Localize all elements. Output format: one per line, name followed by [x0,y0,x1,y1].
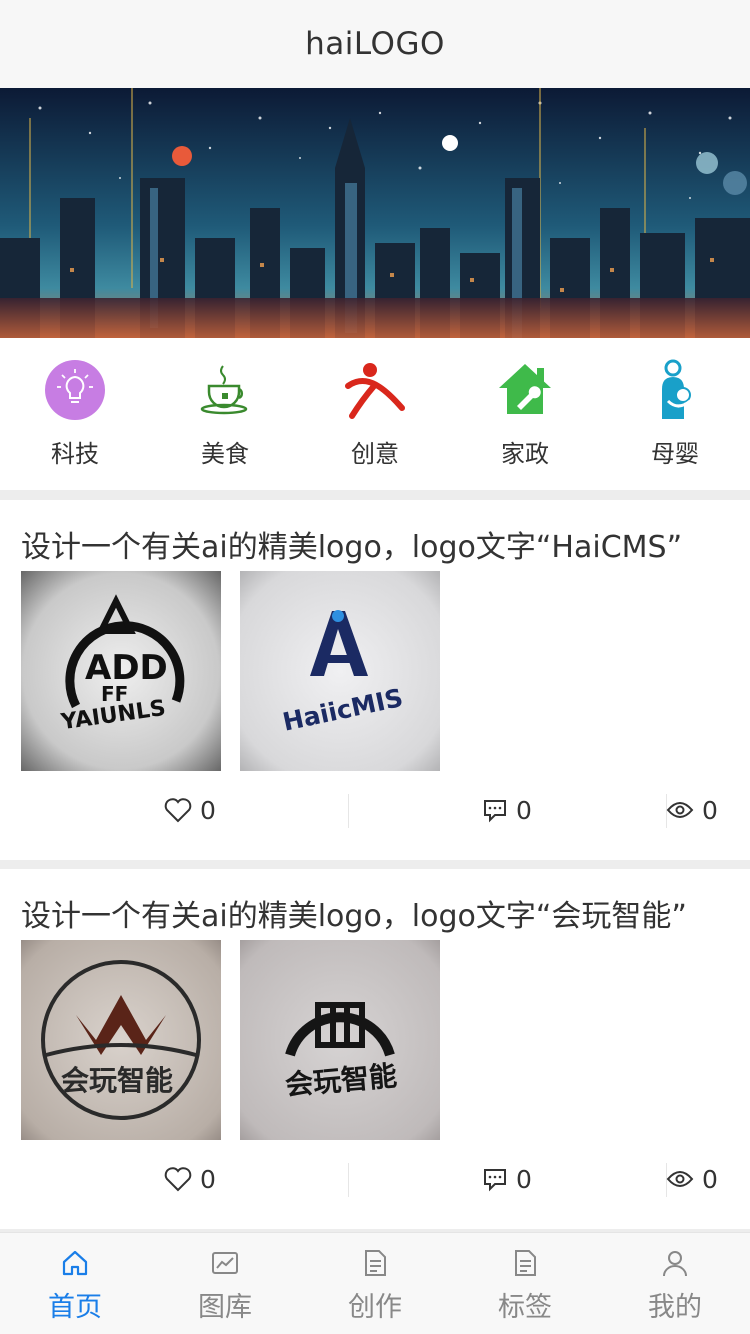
post-stats: 0 0 0 [0,790,750,830]
category-label: 科技 [51,440,99,468]
post-thumbnail[interactable]: 会玩智能 [21,940,221,1140]
document-icon [359,1247,391,1279]
tab-gallery[interactable]: 图库 [150,1233,300,1334]
eye-icon [666,800,694,820]
app-title: haiLOGO [305,26,445,62]
mother-baby-icon [643,358,707,422]
category-creative[interactable]: 创意 [300,338,450,490]
post-thumbnail[interactable]: ADD FF YAIUNLS [21,571,221,771]
comment-count: 0 [516,1164,532,1194]
divider [348,1163,349,1197]
like-count: 0 [200,795,216,825]
like-stat[interactable]: 0 [164,1159,216,1199]
comment-stat[interactable]: 0 [482,790,532,830]
house-wrench-icon [493,358,557,422]
banner-image[interactable] [0,88,750,338]
category-housekeeping[interactable]: 家政 [450,338,600,490]
category-food[interactable]: 美食 [150,338,300,490]
svg-text:会玩智能: 会玩智能 [61,1064,173,1097]
home-icon [59,1247,91,1279]
post-thumbnail[interactable]: 会玩智能 [240,940,440,1140]
view-count: 0 [702,1164,718,1194]
tab-label: 首页 [48,1292,102,1323]
comment-stat[interactable]: 0 [482,1159,532,1199]
tab-tags[interactable]: 标签 [450,1233,600,1334]
city-skyline-illustration [0,88,750,338]
teacup-icon [193,358,257,422]
post-title[interactable]: 设计一个有关ai的精美logo，logo文字“会玩智能” [21,891,687,935]
category-label: 母婴 [651,440,699,468]
tab-profile[interactable]: 我的 [600,1233,750,1334]
post-thumbnail[interactable]: HaiicMIS [240,571,440,771]
like-stat[interactable]: 0 [164,790,216,830]
tab-label: 我的 [648,1292,702,1323]
heart-icon [164,1166,192,1192]
category-label: 创意 [351,440,399,468]
category-maternity[interactable]: 母婴 [600,338,750,490]
tab-create[interactable]: 创作 [300,1233,450,1334]
tab-label: 创作 [348,1292,402,1323]
tag-document-icon [509,1247,541,1279]
person-icon [343,358,407,422]
category-nav: 科技 美食 创意 家政 母婴 [0,338,750,490]
bottom-tab-bar: 首页 图库 创作 标签 我的 [0,1232,750,1334]
comment-icon [482,1166,508,1192]
post-card[interactable]: 设计一个有关ai的精美logo，logo文字“HaiCMS” ADD FF YA… [0,500,750,860]
category-label: 美食 [201,440,249,468]
lightbulb-icon [43,358,107,422]
category-tech[interactable]: 科技 [0,338,150,490]
comment-icon [482,797,508,823]
app-header: haiLOGO [0,0,750,88]
category-label: 家政 [501,440,549,468]
eye-icon [666,1169,694,1189]
view-stat: 0 [666,1159,718,1199]
post-stats: 0 0 0 [0,1159,750,1199]
view-stat: 0 [666,790,718,830]
user-icon [659,1247,691,1279]
post-title[interactable]: 设计一个有关ai的精美logo，logo文字“HaiCMS” [21,522,682,566]
comment-count: 0 [516,795,532,825]
like-count: 0 [200,1164,216,1194]
tab-home[interactable]: 首页 [0,1233,150,1334]
divider [348,794,349,828]
tab-label: 标签 [498,1292,552,1323]
view-count: 0 [702,795,718,825]
heart-icon [164,797,192,823]
gallery-icon [209,1247,241,1279]
post-card[interactable]: 设计一个有关ai的精美logo，logo文字“会玩智能” 会玩智能 会玩智能 0… [0,869,750,1229]
tab-label: 图库 [198,1292,252,1323]
